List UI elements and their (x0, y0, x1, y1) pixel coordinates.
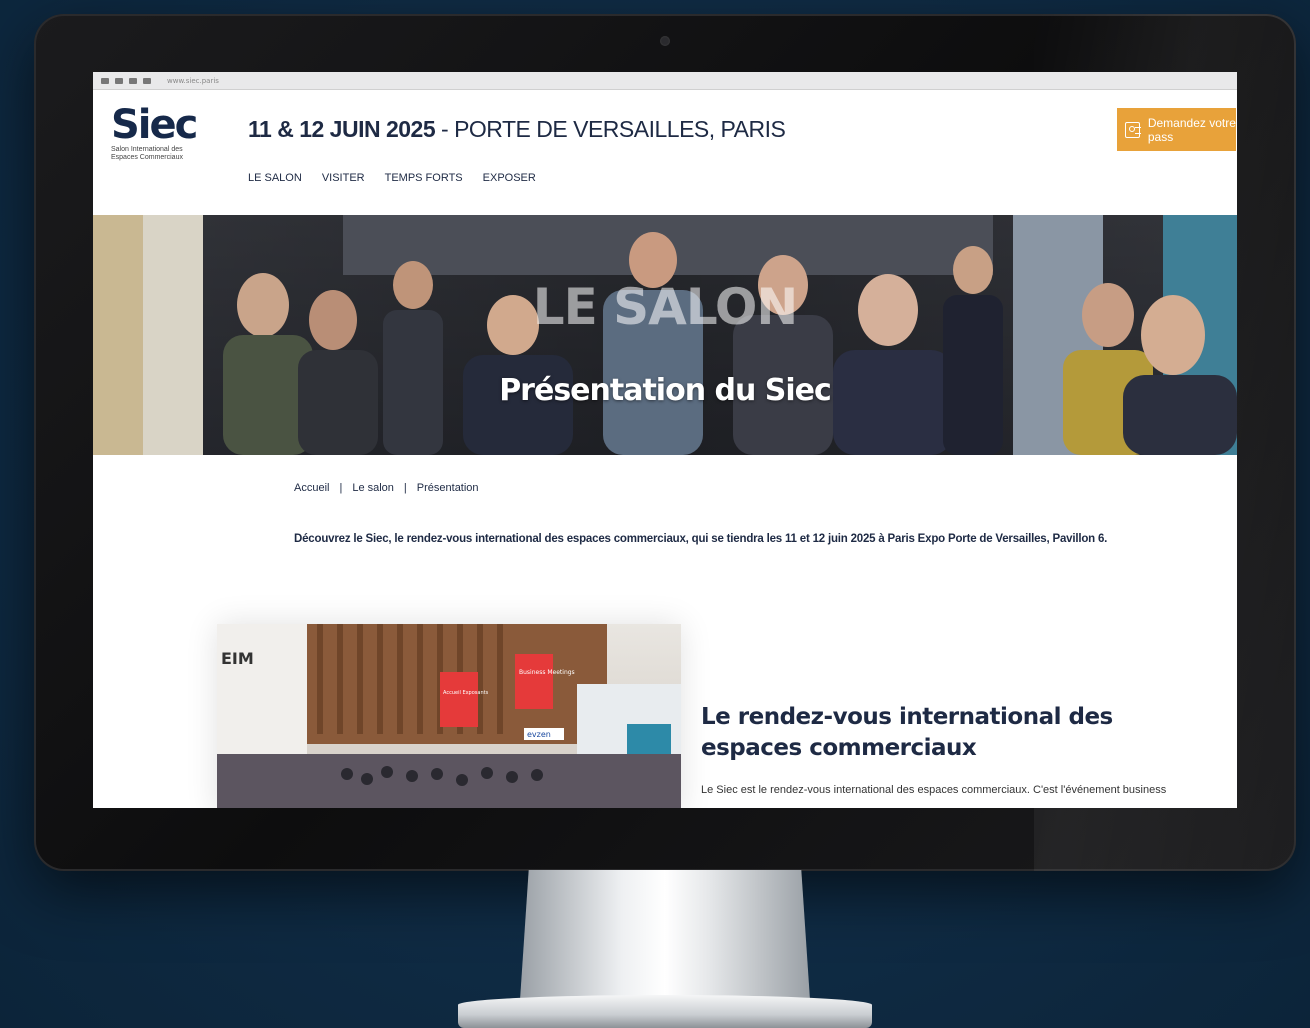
hero-title: Présentation du Siec (499, 373, 832, 408)
reload-icon[interactable] (129, 77, 137, 84)
sign-evzen: evzen (527, 730, 551, 739)
nav-le-salon[interactable]: LE SALON (248, 172, 302, 184)
logo-tagline: Salon International des Espaces Commerci… (111, 146, 183, 161)
home-icon[interactable] (143, 77, 151, 84)
sign-business-meetings: Business Meetings (519, 669, 575, 676)
breadcrumb-home[interactable]: Accueil (294, 482, 329, 494)
nav-temps-forts[interactable]: TEMPS FORTS (385, 172, 463, 184)
back-icon[interactable] (101, 77, 109, 84)
screen: www.siec.paris Siec Salon International … (93, 72, 1237, 808)
nav-exposer[interactable]: EXPOSER (483, 172, 536, 184)
request-pass-label: Demandez votre pass (1147, 115, 1236, 144)
event-location: - PORTE DE VERSAILLES, PARIS (435, 116, 786, 142)
breadcrumb-separator: | (339, 482, 343, 494)
address-bar[interactable]: www.siec.paris (167, 77, 219, 85)
exhibition-photo: EIM Business Meetings Accueil Exposants … (217, 624, 681, 808)
logo-wordmark: Siec (111, 102, 198, 148)
event-title: 11 & 12 JUIN 2025 - PORTE DE VERSAILLES,… (248, 116, 786, 143)
feature-paragraph: Le Siec est le rendez-vous international… (701, 784, 1167, 796)
hero-banner: LE SALON Présentation du Siec (93, 215, 1237, 455)
breadcrumb: Accueil | Le salon | Présentation (294, 482, 479, 494)
intro-text: Découvrez le Siec, le rendez-vous intern… (294, 533, 1108, 545)
breadcrumb-current: Présentation (416, 482, 479, 494)
breadcrumb-separator: | (403, 482, 407, 494)
request-pass-button[interactable]: Demandez votre pass (1117, 108, 1236, 151)
browser-toolbar: www.siec.paris (93, 72, 1237, 90)
breadcrumb-le-salon[interactable]: Le salon (352, 482, 394, 494)
booth-sign: EIM (221, 649, 254, 668)
webcam (660, 36, 670, 46)
id-card-icon (1125, 121, 1141, 138)
event-date: 11 & 12 JUIN 2025 (248, 116, 436, 142)
feature-heading: Le rendez-vous international des espaces… (701, 704, 1113, 761)
nav-visiter[interactable]: VISITER (322, 172, 365, 184)
exhibition-scene: EIM Business Meetings Accueil Exposants … (217, 624, 681, 808)
main-nav: LE SALON VISITER TEMPS FORTS EXPOSER (248, 172, 536, 184)
hero-overline: LE SALON (532, 278, 799, 336)
siec-logo[interactable]: Siec Salon International des Espaces Com… (111, 104, 221, 162)
monitor-stand (520, 870, 810, 1000)
monitor-base (458, 995, 872, 1028)
forward-icon[interactable] (115, 77, 123, 84)
sign-accueil: Accueil Exposants (443, 690, 489, 696)
site-header: Siec Salon International des Espaces Com… (93, 90, 1237, 215)
